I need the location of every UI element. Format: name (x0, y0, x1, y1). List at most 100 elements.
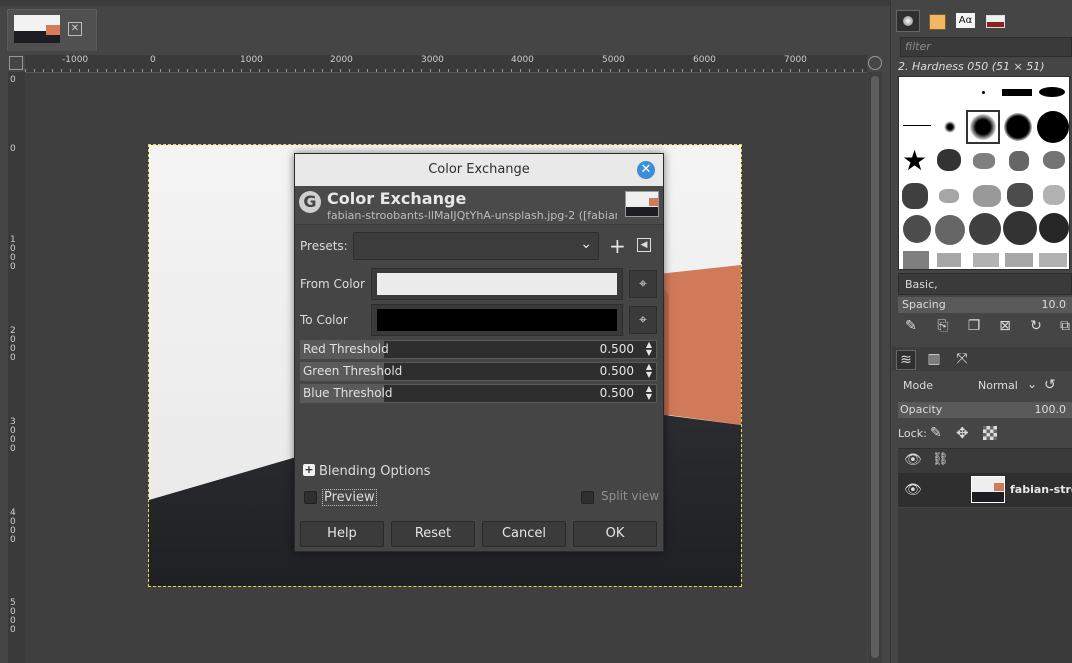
ruler-tick (376, 69, 377, 72)
brush-item[interactable] (1004, 113, 1032, 141)
refresh-brushes-icon[interactable]: ↻ (1027, 317, 1045, 335)
brush-tag-select[interactable]: Basic, (898, 273, 1072, 295)
from-color-button[interactable] (371, 268, 623, 300)
close-icon[interactable]: ✕ (637, 161, 655, 179)
close-tab-icon[interactable]: ✕ (68, 22, 82, 36)
delete-brush-icon[interactable]: ⊠ (996, 317, 1014, 335)
cancel-button[interactable]: Cancel (482, 521, 566, 547)
brush-item[interactable] (903, 251, 929, 269)
brush-item[interactable] (937, 149, 961, 171)
brush-item[interactable] (973, 153, 995, 169)
brush-item[interactable] (973, 253, 999, 267)
quick-mask-toggle-icon[interactable] (9, 56, 23, 70)
presets-combo[interactable]: ⌄ (353, 232, 599, 260)
eye-icon[interactable]: 👁 (904, 482, 922, 498)
images-tab[interactable] (983, 10, 1007, 32)
brush-item[interactable] (1043, 151, 1065, 169)
ruler-tick (700, 69, 701, 72)
ruler-tick (781, 69, 782, 72)
ruler-tick (727, 69, 728, 72)
reset-button[interactable]: Reset (391, 521, 475, 547)
chevron-down-icon: ⌄ (1026, 377, 1037, 391)
duplicate-brush-icon[interactable]: ❐ (965, 317, 983, 335)
brush-item[interactable] (1007, 183, 1033, 207)
layers-list[interactable] (898, 508, 1072, 663)
preset-menu-icon[interactable]: ◀ (637, 238, 651, 252)
brush-item[interactable] (937, 253, 961, 267)
brush-item[interactable] (1009, 151, 1029, 171)
vruler-label: 1000 (10, 235, 16, 272)
reset-mode-icon[interactable]: ↺ (1044, 377, 1072, 397)
blending-options-label[interactable]: Blending Options (319, 464, 430, 479)
channels-tab-icon[interactable]: ▥ (925, 350, 943, 368)
brush-item[interactable] (982, 91, 985, 94)
brush-item[interactable] (1043, 185, 1065, 205)
brush-filter-input[interactable]: filter (900, 37, 1072, 57)
red-threshold-label: Red Threshold (303, 342, 389, 356)
lock-alpha-icon[interactable] (983, 426, 997, 440)
green-threshold-slider[interactable]: Green Threshold 0.500 ▲ ▼ (300, 362, 657, 381)
expand-blending-icon[interactable]: + (303, 464, 315, 476)
split-view-checkbox[interactable] (581, 491, 594, 504)
fonts-tab[interactable]: Aα (954, 10, 978, 32)
layers-tab-icon[interactable]: ≋ (896, 350, 916, 370)
opacity-slider[interactable]: Opacity 100.0 (898, 402, 1072, 418)
mode-select[interactable]: Normal ⌄ (975, 375, 1039, 397)
dialog-header-subtitle: fabian-stroobants-llMaIJQtYhA-unsplash.j… (327, 209, 617, 222)
paths-tab-icon[interactable]: ⤧ (953, 350, 971, 368)
ruler-tick (196, 69, 197, 72)
brush-item[interactable] (903, 125, 931, 126)
ruler-tick (457, 69, 458, 72)
vruler-label: 5000 (10, 598, 16, 635)
brush-item[interactable] (970, 114, 996, 140)
brush-item[interactable] (1005, 253, 1033, 267)
brush-grid[interactable]: ★ (898, 76, 1070, 270)
to-color-picker-icon[interactable]: ⌖ (629, 306, 657, 334)
spin-arrows-icon[interactable]: ▲ ▼ (646, 363, 652, 379)
brush-item[interactable] (969, 213, 1001, 245)
lock-position-icon[interactable]: ✥ (956, 424, 969, 442)
vruler-label: 2000 (10, 326, 16, 363)
ruler-tick (259, 69, 260, 72)
spin-arrows-icon[interactable]: ▲ ▼ (646, 341, 652, 357)
spin-arrows-icon[interactable]: ▲ ▼ (646, 385, 652, 401)
dialog-titlebar[interactable]: Color Exchange ✕ (295, 154, 663, 186)
brush-item[interactable] (935, 215, 965, 245)
blue-threshold-slider[interactable]: Blue Threshold 0.500 ▲ ▼ (300, 384, 657, 403)
brush-item[interactable] (1037, 111, 1069, 143)
open-as-image-icon[interactable]: ⧉ (1056, 317, 1072, 335)
red-threshold-slider[interactable]: Red Threshold 0.500 ▲ ▼ (300, 340, 657, 359)
lock-pixels-icon[interactable]: ✎ (930, 425, 942, 441)
ruler-tick (655, 69, 656, 72)
zoom-navigate-icon[interactable] (868, 56, 882, 70)
help-button[interactable]: Help (300, 521, 384, 547)
new-brush-icon[interactable]: ⎘ (934, 317, 952, 335)
brush-item[interactable] (1039, 213, 1069, 243)
vertical-scrollbar[interactable] (868, 72, 882, 663)
to-color-button[interactable] (371, 304, 623, 336)
image-tab[interactable]: ✕ (7, 9, 97, 51)
brush-item[interactable] (1039, 87, 1065, 97)
ruler-tick (502, 69, 503, 72)
brush-item[interactable] (1039, 253, 1067, 267)
preview-checkbox[interactable] (304, 491, 317, 504)
horizontal-ruler: -1000 0 1000 2000 3000 4000 5000 6000 70… (25, 55, 867, 73)
brush-item[interactable] (973, 185, 1001, 207)
from-color-picker-icon[interactable]: ⌖ (629, 270, 657, 298)
brush-item[interactable] (1003, 211, 1037, 245)
ok-button[interactable]: OK (573, 521, 657, 547)
brush-item[interactable] (902, 183, 928, 209)
brush-item[interactable] (1002, 89, 1032, 96)
add-preset-icon[interactable]: + (609, 234, 626, 258)
brush-item[interactable] (903, 215, 931, 243)
edit-brush-icon[interactable]: ✎ (902, 317, 920, 335)
hruler-label: 4000 (511, 55, 534, 65)
brush-item[interactable] (944, 121, 956, 133)
brushes-tab[interactable] (896, 10, 920, 32)
spacing-slider[interactable]: Spacing 10.0 (898, 297, 1072, 313)
star-brush-icon[interactable]: ★ (902, 147, 927, 175)
ruler-tick (439, 69, 440, 72)
patterns-tab[interactable] (925, 10, 949, 32)
brush-item[interactable] (939, 189, 959, 203)
preview-label[interactable]: Preview (322, 489, 377, 506)
